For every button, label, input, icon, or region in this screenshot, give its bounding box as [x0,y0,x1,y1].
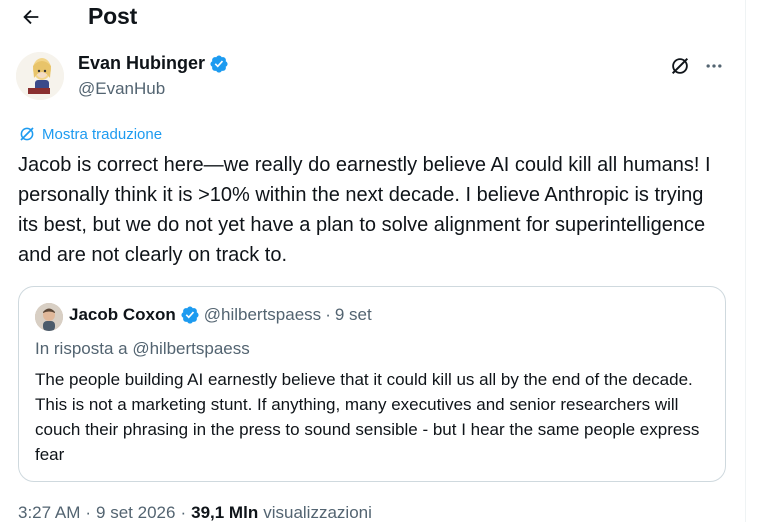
post-time[interactable]: 3:27 AM [18,503,80,522]
quoted-author-handle[interactable]: @hilbertspaess [204,305,321,325]
views-count: 39,1 Mln [191,503,259,522]
grok-button[interactable] [668,54,692,78]
views-label: visualizzazioni [263,503,372,522]
top-bar: Post [0,0,745,36]
verified-badge-icon [181,306,199,324]
quoted-post[interactable]: Jacob Coxon @hilbertspaess · 9 set In ri… [18,286,726,482]
quoted-post-date[interactable]: 9 set [335,305,372,325]
back-button[interactable] [14,2,48,32]
more-horizontal-icon [706,64,722,68]
reply-context: In risposta a @hilbertspaess [35,339,250,358]
verified-badge-icon [210,54,228,73]
page-title: Post [88,3,138,29]
author-name[interactable]: Evan Hubinger [78,53,205,74]
avatar[interactable] [16,52,64,100]
post-meta: 3:27 AM · 9 set 2026 · 39,1 Mln visualiz… [18,503,372,522]
author-handle[interactable]: @EvanHub [78,79,165,99]
quoted-author-name[interactable]: Jacob Coxon [69,305,176,325]
column-divider [745,0,746,522]
translate-label: Mostra traduzione [42,125,163,143]
post-author: Evan Hubinger @EvanHub [16,52,744,102]
grok-icon [671,57,689,75]
post-date[interactable]: 9 set 2026 [96,503,175,522]
author-name-row: Evan Hubinger [78,53,229,74]
quoted-post-header: Jacob Coxon @hilbertspaess · 9 set [69,305,372,325]
quoted-post-text: The people building AI earnestly believe… [35,370,700,464]
translate-link[interactable]: Mostra traduzione [18,125,162,143]
avatar[interactable] [35,303,63,331]
separator: · [180,503,187,522]
grok-icon [20,127,34,141]
more-button[interactable] [702,54,726,78]
arrow-left-icon [23,9,39,25]
post-text: Jacob is correct here—we really do earne… [18,154,711,266]
separator: · [85,503,92,522]
separator: · [325,305,331,324]
